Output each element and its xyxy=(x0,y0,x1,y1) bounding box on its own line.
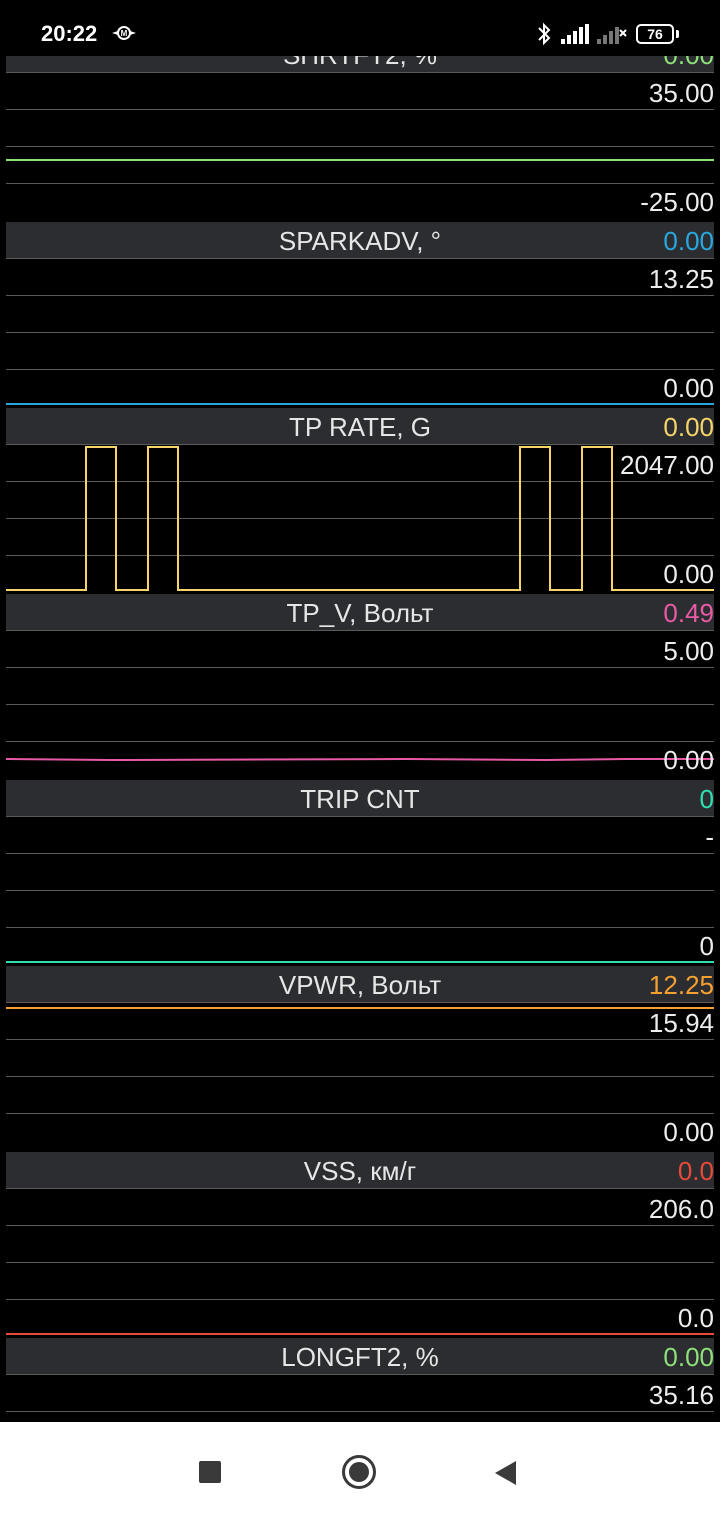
gauge-trace xyxy=(6,159,714,161)
gauge-title: LONGFT2, % xyxy=(281,1342,439,1372)
battery-tip xyxy=(676,30,679,38)
gauge-title: TP RATE, G xyxy=(288,412,432,442)
gauge-title: VSS, км/г xyxy=(303,1156,417,1186)
status-time: 20:22 xyxy=(41,21,98,46)
gauge-panel-shrtft2[interactable]: SHRTFT2, % 0.00 35.00 -25.00 xyxy=(0,56,720,222)
gauge-panel-longft2[interactable]: LONGFT2, % 0.00 35.16 xyxy=(0,1338,720,1422)
gauge-max: 15.94 xyxy=(648,1008,714,1038)
gauge-panel-vss[interactable]: VSS, км/г 0.0 206.0 0.0 xyxy=(0,1152,720,1338)
gauge-panel-vpwr[interactable]: VPWR, Вольт 12.25 15.94 0.00 xyxy=(0,966,720,1152)
gauge-plot: 13.25 0.00 xyxy=(6,258,714,406)
gauge-plot: 35.16 xyxy=(6,1374,714,1422)
gauge-min: 0.00 xyxy=(663,559,714,589)
svg-text:M: M xyxy=(121,29,128,38)
carrier-logo-icon: M xyxy=(112,26,136,40)
gauge-panel-sparkadv[interactable]: SPARKADV, ° 0.00 13.25 0.00 xyxy=(0,222,720,408)
gauge-max: 35.16 xyxy=(648,1380,714,1410)
gauge-plot: 5.00 0.00 xyxy=(6,630,714,778)
battery-level: 76 xyxy=(647,26,663,42)
back-icon[interactable] xyxy=(494,1460,518,1486)
gauge-plot: 35.00 -25.00 xyxy=(6,72,714,220)
gauge-max: 206.0 xyxy=(648,1194,714,1224)
gauge-title: VPWR, Вольт xyxy=(278,970,442,1000)
gauge-max: 2047.00 xyxy=(620,450,714,480)
trace-line xyxy=(519,517,551,590)
trace-line xyxy=(6,757,714,762)
gauge-value: 0 xyxy=(699,784,714,814)
gauge-min: 0 xyxy=(699,931,714,961)
gauge-value: 0.00 xyxy=(663,56,714,71)
gauge-max: 13.25 xyxy=(648,264,714,294)
gauge-trace xyxy=(6,403,714,405)
grid-line xyxy=(6,1411,714,1412)
gauge-trace xyxy=(6,757,714,762)
recent-apps-icon[interactable] xyxy=(199,1461,221,1483)
gauge-min: 0.00 xyxy=(663,373,714,403)
gauge-title: SHRTFT2, % xyxy=(0,56,720,71)
gauge-panel-trip-cnt[interactable]: TRIP CNT 0 - 0 xyxy=(0,780,720,966)
gauge-trace xyxy=(6,446,714,591)
gauge-trace xyxy=(6,961,714,963)
bluetooth-icon xyxy=(538,22,551,46)
gauge-trace xyxy=(6,1333,714,1335)
gauge-min: -25.00 xyxy=(640,187,714,217)
signal-icon xyxy=(561,24,589,44)
gauge-value: 0.49 xyxy=(663,598,714,628)
trace-line xyxy=(6,446,714,591)
gauge-value: 12.25 xyxy=(648,970,714,1000)
gauge-plot: 206.0 0.0 xyxy=(6,1188,714,1336)
gauge-max: 35.00 xyxy=(648,78,714,108)
gauge-value: 0.00 xyxy=(663,1342,714,1372)
gauge-min: 0.00 xyxy=(663,1117,714,1147)
gauge-title: TP_V, Вольт xyxy=(286,598,434,628)
gauge-plot: 2047.00 0.00 xyxy=(6,444,714,592)
gauge-title: TRIP CNT xyxy=(300,784,420,814)
gauge-max: 5.00 xyxy=(663,636,714,666)
gauge-title: SPARKADV, ° xyxy=(278,226,442,256)
signal-muted-icon xyxy=(597,27,627,44)
gauge-value: 0.00 xyxy=(663,412,714,442)
gauge-min: 0.00 xyxy=(663,745,714,775)
trace-line xyxy=(581,517,613,590)
gauge-panel-tp-rate[interactable]: TP RATE, G 0.00 2047.00 0.00 xyxy=(0,408,720,594)
home-icon[interactable] xyxy=(342,1455,376,1489)
trace-line xyxy=(85,517,117,590)
gauge-min: 0.0 xyxy=(677,1303,714,1333)
gauge-trace xyxy=(6,1007,714,1009)
gauge-max: - xyxy=(705,822,714,852)
gauge-plot: 15.94 0.00 xyxy=(6,1002,714,1150)
gauge-value: 0.00 xyxy=(663,226,714,256)
gauge-value: 0.0 xyxy=(677,1156,714,1186)
gauge-list[interactable]: SHRTFT2, % 0.00 35.00 -25.00 SPARKADV, °… xyxy=(0,56,720,1422)
trace-line xyxy=(147,517,179,590)
status-bar: 20:22 M 76 xyxy=(0,0,720,56)
home-icon-dot xyxy=(349,1462,369,1482)
gauge-panel-tp-v[interactable]: TP_V, Вольт 0.49 5.00 0.00 xyxy=(0,594,720,780)
grid-line xyxy=(6,1374,714,1375)
gauge-plot: - 0 xyxy=(6,816,714,964)
battery-icon: 76 xyxy=(636,24,674,44)
